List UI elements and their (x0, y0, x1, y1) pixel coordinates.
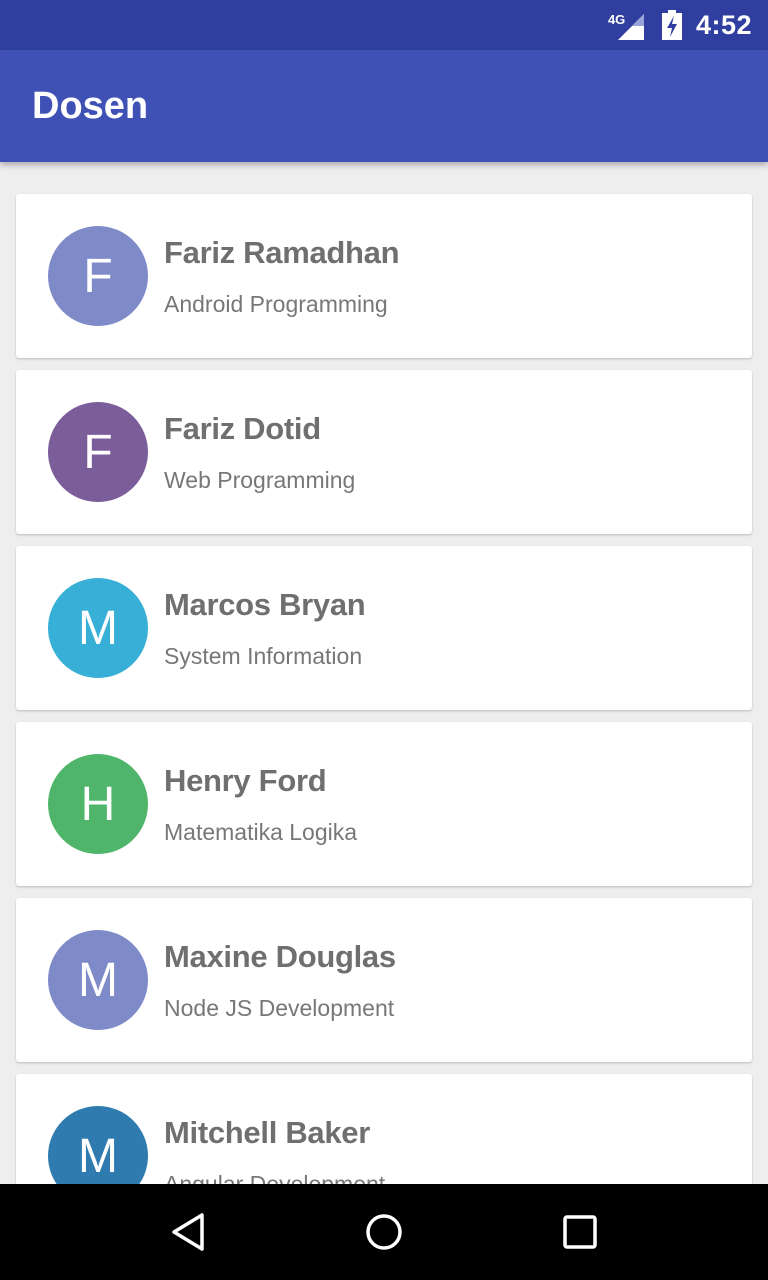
avatar: F (48, 226, 148, 326)
avatar: M (48, 578, 148, 678)
lecturer-list[interactable]: F Fariz Ramadhan Android Programming F Fa… (0, 162, 768, 1184)
lecturer-course: Web Programming (164, 466, 356, 493)
list-item[interactable]: M Mitchell Baker Angular Development (16, 1074, 752, 1184)
lecturer-name: Henry Ford (164, 762, 327, 798)
lecturer-name: Marcos Bryan (164, 586, 366, 622)
lecturer-course: System Information (164, 642, 363, 669)
avatar: H (48, 754, 148, 854)
lecturer-course: Angular Development (164, 1170, 386, 1185)
lecturer-name: Mitchell Baker (164, 1114, 370, 1150)
lecturer-name: Fariz Ramadhan (164, 234, 400, 270)
avatar: M (48, 930, 148, 1030)
avatar-initial: H (80, 777, 116, 831)
lecturer-name: Maxine Douglas (164, 938, 396, 974)
list-item[interactable]: M Maxine Douglas Node JS Development (16, 898, 752, 1062)
page-title: Dosen (32, 84, 149, 127)
lecturer-name: Fariz Dotid (164, 410, 321, 446)
list-item[interactable]: M Marcos Bryan System Information (16, 546, 752, 710)
lecturer-course: Node JS Development (164, 994, 395, 1021)
lecturer-course: Android Programming (164, 290, 388, 317)
battery-charging-icon (661, 10, 682, 40)
lecturer-course: Matematika Logika (164, 818, 358, 845)
status-bar: 4G 4:52 (0, 0, 768, 50)
avatar-initial: M (78, 953, 118, 1007)
back-icon[interactable] (158, 1202, 218, 1262)
navigation-bar (0, 1184, 768, 1280)
app-bar: Dosen (0, 50, 768, 162)
avatar: M (48, 1106, 148, 1184)
avatar-initial: M (78, 601, 118, 655)
list-item[interactable]: F Fariz Dotid Web Programming (16, 370, 752, 534)
avatar-initial: F (83, 249, 113, 303)
avatar-initial: F (83, 425, 113, 479)
avatar: F (48, 402, 148, 502)
list-item[interactable]: F Fariz Ramadhan Android Programming (16, 194, 752, 358)
recents-icon[interactable] (550, 1202, 610, 1262)
clock: 4:52 (695, 9, 752, 40)
signal-icon: 4G (608, 10, 644, 40)
avatar-initial: M (78, 1129, 118, 1183)
list-item[interactable]: H Henry Ford Matematika Logika (16, 722, 752, 886)
home-icon[interactable] (354, 1202, 414, 1262)
